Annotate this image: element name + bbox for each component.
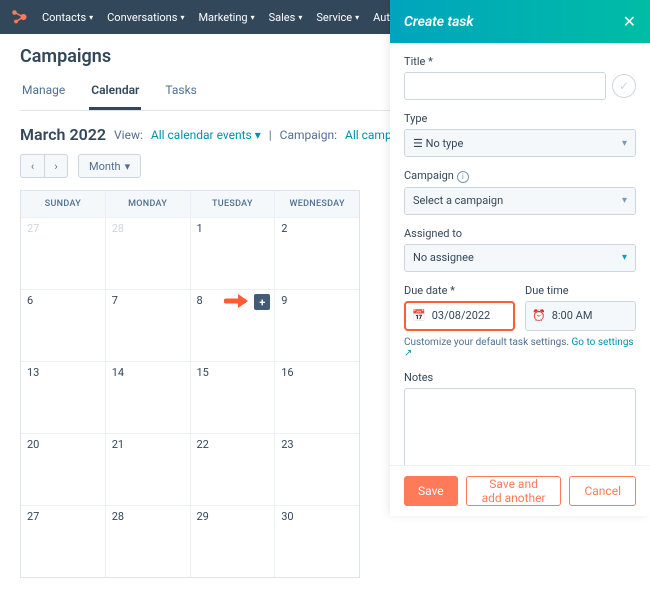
day-header: TUESDAY [191, 191, 276, 217]
calendar-header: SUNDAYMONDAYTUESDAYWEDNESDAY [21, 191, 359, 217]
title-field-label: Title [404, 55, 636, 68]
chevron-down-icon: ▾ [298, 13, 302, 22]
create-task-drawer: Create task ✕ Title ✓ Type ☰ No type ▾ C… [390, 0, 650, 516]
assigned-select[interactable]: No assignee ▾ [404, 244, 636, 272]
chevron-down-icon: ▾ [622, 195, 627, 206]
calendar-cell[interactable]: 2 [275, 217, 359, 289]
calendar-cell[interactable]: 16 [275, 361, 359, 433]
type-field-label: Type [404, 112, 636, 125]
month-label: March 2022 [20, 125, 106, 144]
nav-item-contacts[interactable]: Contacts▾ [36, 7, 99, 28]
calendar-cell[interactable]: 20 [21, 433, 106, 505]
toolbar-divider: | [269, 128, 272, 142]
month-view-dropdown[interactable]: Month ▾ [78, 154, 141, 178]
add-event-button[interactable]: + [254, 294, 270, 310]
notes-field-label: Notes [404, 371, 636, 384]
hubspot-logo-icon [10, 8, 28, 26]
calendar-cell[interactable]: 22 [191, 433, 276, 505]
title-input[interactable] [404, 72, 606, 100]
calendar-cell[interactable]: 23 [275, 433, 359, 505]
clock-icon: ⏰ [532, 309, 546, 322]
nav-item-conversations[interactable]: Conversations▾ [101, 7, 190, 28]
save-and-add-another-button[interactable]: Save and add another [466, 476, 562, 506]
chevron-down-icon: ▾ [251, 13, 255, 22]
nav-item-service[interactable]: Service▾ [310, 7, 365, 28]
campaign-select[interactable]: Select a campaign ▾ [404, 187, 636, 215]
cancel-button[interactable]: Cancel [569, 476, 636, 506]
chevron-down-icon: ▾ [255, 128, 261, 142]
calendar-cell[interactable]: 8+ [191, 289, 276, 361]
day-header: MONDAY [106, 191, 191, 217]
save-button[interactable]: Save [404, 476, 458, 506]
calendar-cell[interactable]: 1 [191, 217, 276, 289]
month-nav: ‹ › [20, 154, 68, 178]
external-link-icon: ↗ [404, 348, 412, 359]
due-time-input[interactable]: ⏰ 8:00 AM [525, 301, 636, 331]
drawer-footer: Save Save and add another Cancel [390, 465, 650, 516]
type-select[interactable]: ☰ No type ▾ [404, 129, 636, 157]
calendar-grid: SUNDAYMONDAYTUESDAYWEDNESDAY 272812 678+9… [20, 190, 360, 578]
arrow-callout-icon [224, 292, 252, 310]
calendar-cell[interactable]: 7 [106, 289, 191, 361]
calendar-icon: 📅 [412, 309, 426, 322]
chevron-down-icon: ▾ [89, 13, 93, 22]
calendar-cell[interactable]: 21 [106, 433, 191, 505]
chevron-down-icon: ▾ [622, 252, 627, 263]
close-icon[interactable]: ✕ [623, 12, 636, 31]
due-date-label: Due date [404, 284, 515, 297]
calendar-cell[interactable]: 27 [21, 217, 106, 289]
nav-item-sales[interactable]: Sales▾ [263, 7, 309, 28]
due-date-input[interactable]: 📅 03/08/2022 [404, 301, 515, 331]
nav-item-marketing[interactable]: Marketing▾ [192, 7, 260, 28]
campaign-field-label: Campaigni [404, 169, 636, 183]
confirm-title-button[interactable]: ✓ [612, 74, 636, 98]
drawer-title: Create task [404, 14, 474, 30]
view-dropdown[interactable]: All calendar events ▾ [151, 128, 261, 142]
next-month-button[interactable]: › [44, 154, 68, 178]
calendar-cell[interactable]: 28 [106, 217, 191, 289]
chevron-down-icon: ▾ [125, 160, 131, 173]
calendar-cell[interactable]: 14 [106, 361, 191, 433]
calendar-body: 272812678+9131415162021222327282930 [21, 217, 359, 577]
chevron-down-icon: ▾ [622, 138, 627, 149]
info-icon[interactable]: i [457, 171, 469, 183]
day-header: SUNDAY [21, 191, 106, 217]
task-type-icon: ☰ [413, 137, 423, 150]
prev-month-button[interactable]: ‹ [20, 154, 44, 178]
due-time-label: Due time [525, 284, 636, 297]
notes-textarea[interactable] [404, 388, 636, 466]
tab-manage[interactable]: Manage [20, 77, 67, 110]
calendar-cell[interactable]: 9 [275, 289, 359, 361]
campaign-label: Campaign: [280, 128, 337, 142]
chevron-down-icon: ▾ [180, 13, 184, 22]
day-header: WEDNESDAY [275, 191, 359, 217]
tab-tasks[interactable]: Tasks [163, 77, 199, 110]
calendar-cell[interactable]: 6 [21, 289, 106, 361]
assigned-field-label: Assigned to [404, 227, 636, 240]
tab-calendar[interactable]: Calendar [89, 77, 141, 110]
calendar-cell[interactable]: 15 [191, 361, 276, 433]
calendar-cell[interactable]: 13 [21, 361, 106, 433]
drawer-header: Create task ✕ [390, 0, 650, 43]
view-label: View: [114, 128, 143, 142]
chevron-down-icon: ▾ [355, 13, 359, 22]
settings-helper-text: Customize your default task settings. Go… [404, 337, 636, 359]
